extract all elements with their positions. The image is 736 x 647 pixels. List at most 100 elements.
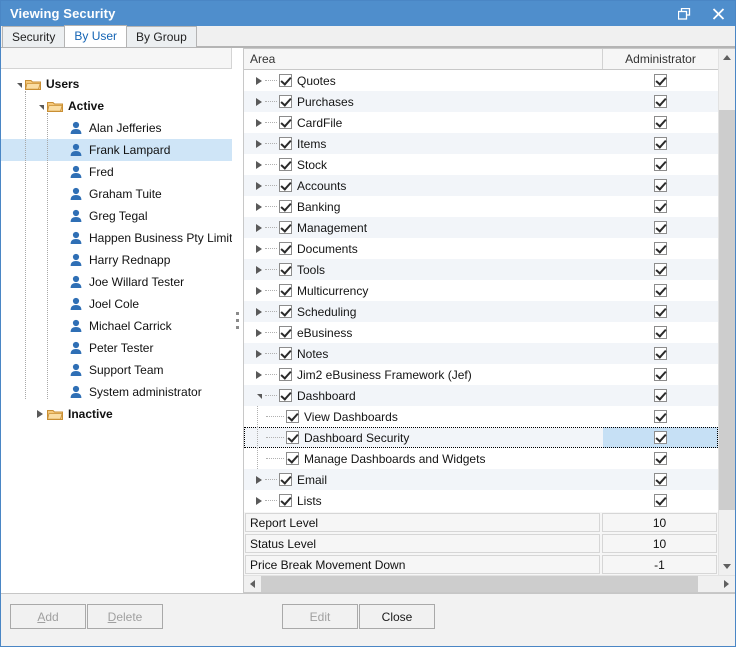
table-row[interactable]: Jim2 eBusiness Framework (Jef)	[244, 364, 718, 385]
area-checkbox[interactable]	[286, 452, 299, 465]
table-row[interactable]: eBusiness	[244, 322, 718, 343]
cell-area[interactable]: Accounts	[244, 175, 603, 196]
add-button[interactable]: Add	[10, 604, 86, 629]
cell-administrator[interactable]	[603, 70, 718, 91]
table-row[interactable]: Tools	[244, 259, 718, 280]
area-checkbox[interactable]	[279, 242, 292, 255]
property-row[interactable]: Status Level 10	[244, 533, 718, 554]
close-dialog-button[interactable]: Close	[359, 604, 435, 629]
tab-by-user[interactable]: By User	[64, 25, 128, 47]
property-value[interactable]: 10	[602, 534, 717, 553]
cell-administrator[interactable]	[603, 406, 718, 427]
tree-user-row[interactable]: Michael Carrick	[1, 315, 232, 337]
table-row[interactable]: Items	[244, 133, 718, 154]
expander-expand-icon[interactable]	[252, 469, 265, 490]
cell-administrator[interactable]	[603, 301, 718, 322]
cell-area[interactable]: Manage Dashboards and Widgets	[244, 448, 603, 469]
cell-administrator[interactable]	[603, 427, 718, 448]
cell-area[interactable]: Dashboard Security	[244, 427, 603, 448]
area-checkbox[interactable]	[279, 347, 292, 360]
table-row[interactable]: Dashboard	[244, 385, 718, 406]
administrator-checkbox[interactable]	[654, 494, 667, 507]
cell-administrator[interactable]	[603, 385, 718, 406]
expander-expand-icon[interactable]	[252, 259, 265, 280]
administrator-checkbox[interactable]	[654, 368, 667, 381]
administrator-checkbox[interactable]	[654, 242, 667, 255]
tree-user-row[interactable]: Fred	[1, 161, 232, 183]
vscroll-thumb[interactable]	[719, 110, 735, 510]
administrator-checkbox[interactable]	[654, 179, 667, 192]
table-row[interactable]: Banking	[244, 196, 718, 217]
expander-collapse-icon[interactable]	[33, 95, 47, 117]
area-checkbox[interactable]	[279, 137, 292, 150]
cell-administrator[interactable]	[603, 217, 718, 238]
scroll-up-button[interactable]	[719, 49, 735, 66]
tree-user-row[interactable]: Frank Lampard	[1, 139, 232, 161]
area-checkbox[interactable]	[279, 221, 292, 234]
tree-folder-row[interactable]: Users	[1, 73, 232, 95]
cell-area[interactable]: Documents	[244, 238, 603, 259]
cell-administrator[interactable]	[603, 343, 718, 364]
table-row[interactable]: Management	[244, 217, 718, 238]
tree-user-row[interactable]: Greg Tegal	[1, 205, 232, 227]
restore-button[interactable]	[667, 1, 701, 26]
close-button[interactable]	[701, 1, 735, 26]
tree-folder-row[interactable]: Inactive	[1, 403, 232, 425]
cell-administrator[interactable]	[603, 91, 718, 112]
area-checkbox[interactable]	[279, 473, 292, 486]
area-checkbox[interactable]	[279, 200, 292, 213]
cell-area[interactable]: Quotes	[244, 70, 603, 91]
administrator-checkbox[interactable]	[654, 326, 667, 339]
administrator-checkbox[interactable]	[654, 389, 667, 402]
cell-area[interactable]: Banking	[244, 196, 603, 217]
area-checkbox[interactable]	[279, 389, 292, 402]
cell-area[interactable]: Tools	[244, 259, 603, 280]
area-checkbox[interactable]	[279, 74, 292, 87]
table-row[interactable]: Lists	[244, 490, 718, 511]
area-checkbox[interactable]	[279, 305, 292, 318]
cell-area[interactable]: Email	[244, 469, 603, 490]
administrator-checkbox[interactable]	[654, 431, 667, 444]
property-row[interactable]: Report Level 10	[244, 512, 718, 533]
tree-user-row[interactable]: Graham Tuite	[1, 183, 232, 205]
expander-expand-icon[interactable]	[252, 70, 265, 91]
tree-user-row[interactable]: Happen Business Pty Limited	[1, 227, 232, 249]
area-checkbox[interactable]	[279, 116, 292, 129]
cell-area[interactable]: Jim2 eBusiness Framework (Jef)	[244, 364, 603, 385]
area-checkbox[interactable]	[279, 494, 292, 507]
tree-folder-row[interactable]: Active	[1, 95, 232, 117]
scroll-right-button[interactable]	[718, 576, 735, 592]
tree-user-row[interactable]: System administrator	[1, 381, 232, 403]
tree-user-row[interactable]: Alan Jefferies	[1, 117, 232, 139]
area-checkbox[interactable]	[279, 179, 292, 192]
administrator-checkbox[interactable]	[654, 347, 667, 360]
administrator-checkbox[interactable]	[654, 284, 667, 297]
cell-administrator[interactable]	[603, 322, 718, 343]
hscroll-track[interactable]	[261, 576, 718, 592]
table-row[interactable]: Dashboard Security	[244, 427, 718, 448]
area-checkbox[interactable]	[279, 368, 292, 381]
cell-area[interactable]: eBusiness	[244, 322, 603, 343]
expander-expand-icon[interactable]	[252, 490, 265, 511]
table-row[interactable]: Manage Dashboards and Widgets	[244, 448, 718, 469]
administrator-checkbox[interactable]	[654, 410, 667, 423]
cell-area[interactable]: Lists	[244, 490, 603, 511]
cell-administrator[interactable]	[603, 238, 718, 259]
column-header-administrator[interactable]: Administrator	[603, 49, 718, 69]
tree-user-row[interactable]: Joe Willard Tester	[1, 271, 232, 293]
cell-area[interactable]: CardFile	[244, 112, 603, 133]
area-checkbox[interactable]	[279, 95, 292, 108]
expander-expand-icon[interactable]	[252, 301, 265, 322]
expander-expand-icon[interactable]	[252, 154, 265, 175]
cell-administrator[interactable]	[603, 448, 718, 469]
property-row[interactable]: Price Break Movement Down -1	[244, 554, 718, 575]
expander-collapse-icon[interactable]	[11, 73, 25, 95]
cell-area[interactable]: Items	[244, 133, 603, 154]
cell-administrator[interactable]	[603, 133, 718, 154]
cell-area[interactable]: Stock	[244, 154, 603, 175]
administrator-checkbox[interactable]	[654, 158, 667, 171]
column-header-area[interactable]: Area	[244, 49, 603, 69]
expander-expand-icon[interactable]	[252, 322, 265, 343]
cell-area[interactable]: Scheduling	[244, 301, 603, 322]
expander-expand-icon[interactable]	[252, 280, 265, 301]
